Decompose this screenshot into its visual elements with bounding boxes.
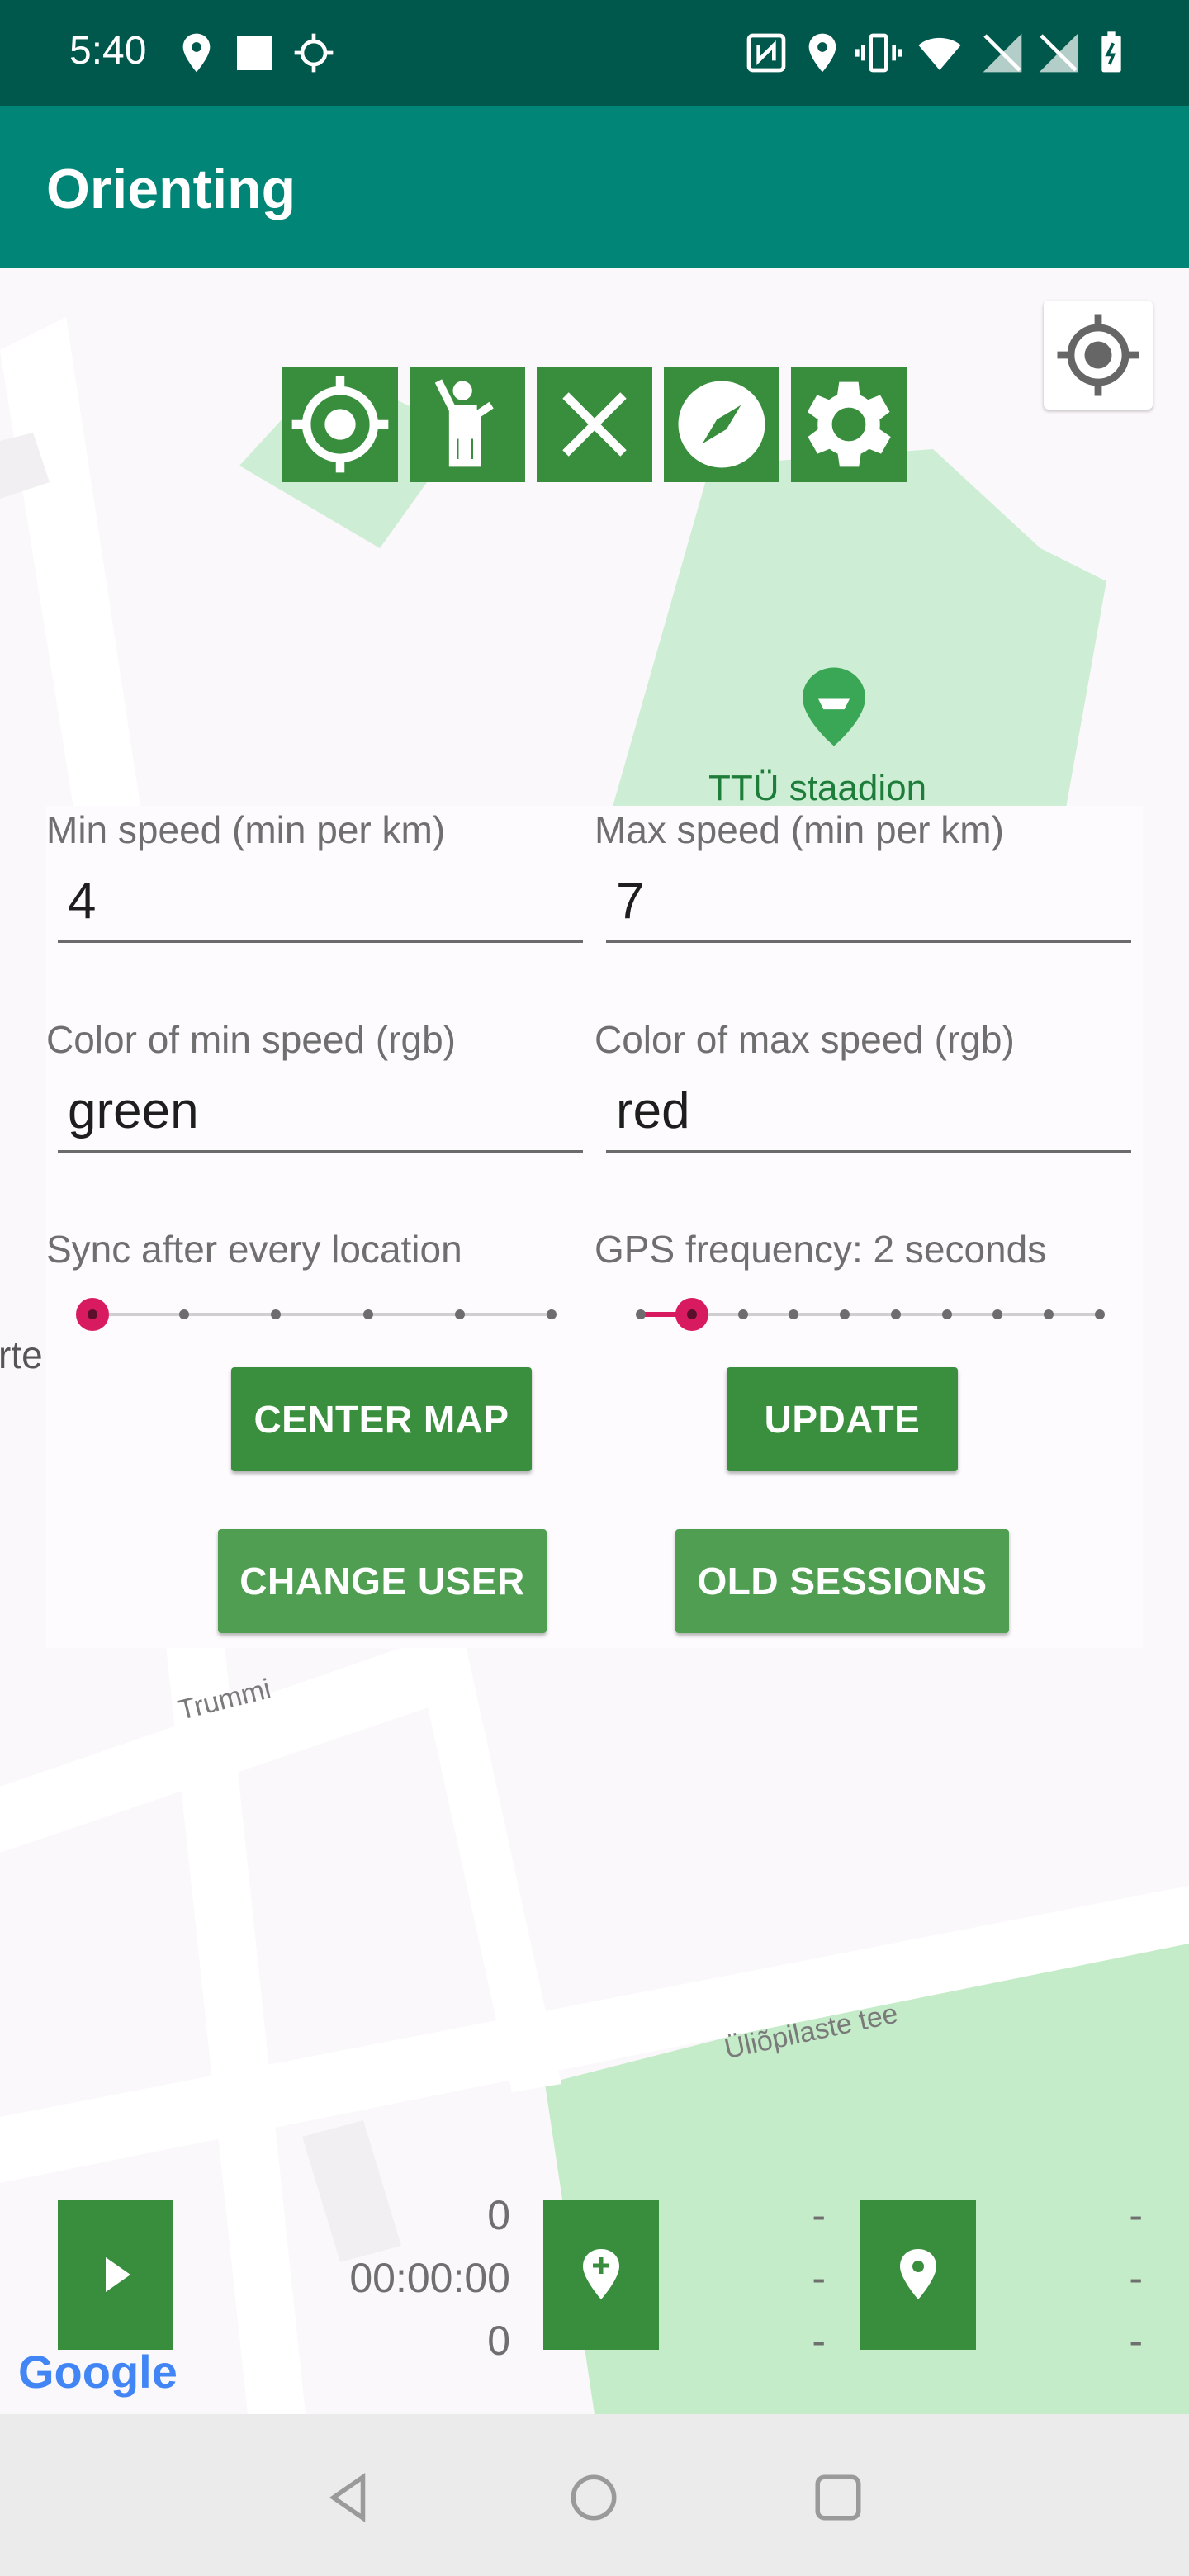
- max-speed-label: Max speed (min per km): [594, 808, 1004, 851]
- road: [0, 317, 140, 812]
- pace-value: 0: [487, 2318, 510, 2364]
- home-icon[interactable]: [566, 2470, 621, 2525]
- start-button[interactable]: [58, 2200, 173, 2350]
- slider-tick: [454, 1309, 465, 1319]
- slider-tick: [840, 1309, 850, 1319]
- street-label: rte: [0, 1333, 43, 1376]
- recents-icon[interactable]: [811, 2470, 865, 2525]
- vibrate-status-icon: [855, 33, 902, 73]
- app-bar: Orienting: [0, 106, 1189, 268]
- center-map-button[interactable]: CENTER MAP: [231, 1367, 532, 1471]
- slider-track: [641, 1313, 1100, 1316]
- add-waypoint-button[interactable]: [860, 2200, 976, 2350]
- my-location-icon: [1057, 314, 1139, 396]
- waypoint-pace: -: [1129, 2318, 1143, 2364]
- max-color-input[interactable]: red: [606, 1078, 1131, 1153]
- add-location-icon: [583, 2249, 619, 2299]
- stadium-pin-icon[interactable]: [803, 667, 865, 746]
- slider-thumb[interactable]: [76, 1298, 109, 1331]
- slider-tick: [992, 1309, 1003, 1319]
- close-icon: [562, 392, 627, 457]
- slider-tick: [547, 1309, 557, 1319]
- checkpoint-direct: -: [812, 2255, 826, 2301]
- gear-icon: [807, 381, 891, 467]
- person-button[interactable]: [410, 367, 525, 482]
- compass-button[interactable]: [664, 367, 779, 482]
- gps-frequency-slider[interactable]: [636, 1298, 1105, 1331]
- stadium-label: TTÜ staadion: [708, 768, 927, 808]
- location-pin-icon: [900, 2249, 936, 2299]
- min-color-label: Color of min speed (rgb): [46, 1018, 456, 1061]
- slider-tick: [1095, 1309, 1105, 1319]
- settings-panel: Min speed (min per km) 4 Max speed (min …: [46, 806, 1143, 1648]
- person-waving-icon: [434, 379, 494, 467]
- nfc-status-icon: [746, 33, 786, 73]
- min-speed-label: Min speed (min per km): [46, 808, 446, 851]
- gps-status-icon: [294, 33, 334, 73]
- stop-status-icon: [237, 36, 272, 70]
- back-icon[interactable]: [322, 2470, 377, 2525]
- target-button[interactable]: [282, 367, 398, 482]
- gps-label: GPS frequency: 2 seconds: [594, 1228, 1047, 1271]
- add-checkpoint-button[interactable]: [543, 2200, 659, 2350]
- signal-status-icon-2: [1039, 33, 1078, 73]
- battery-status-icon: [1101, 31, 1121, 73]
- navigation-bar: [0, 2414, 1189, 2576]
- distance-value: 0: [487, 2192, 510, 2238]
- checkpoint-pace: -: [812, 2318, 826, 2364]
- waypoint-distance: -: [1129, 2192, 1143, 2238]
- location-status-icon: [182, 33, 211, 73]
- slider-tick: [362, 1309, 373, 1319]
- sync-slider[interactable]: [76, 1298, 557, 1331]
- slider-tick: [179, 1309, 190, 1319]
- max-speed-input[interactable]: 7: [606, 869, 1131, 943]
- status-bar: 5:40: [0, 0, 1189, 106]
- slider-track: [92, 1313, 552, 1316]
- settings-button[interactable]: [791, 367, 907, 482]
- close-button[interactable]: [537, 367, 652, 482]
- min-speed-input[interactable]: 4: [58, 869, 583, 943]
- min-color-input[interactable]: green: [58, 1078, 583, 1153]
- sync-label: Sync after every location: [46, 1228, 462, 1271]
- my-location-button[interactable]: [1044, 301, 1153, 410]
- slider-tick: [1044, 1309, 1054, 1319]
- update-button[interactable]: UPDATE: [727, 1367, 958, 1471]
- old-sessions-button[interactable]: OLD SESSIONS: [675, 1529, 1009, 1633]
- status-time: 5:40: [69, 29, 147, 73]
- slider-tick: [941, 1309, 952, 1319]
- slider-tick: [890, 1309, 901, 1319]
- wifi-status-icon: [918, 37, 961, 70]
- signal-status-icon: [983, 33, 1022, 73]
- max-color-label: Color of max speed (rgb): [594, 1018, 1015, 1061]
- compass-icon: [678, 381, 765, 468]
- checkpoint-distance: -: [812, 2192, 826, 2238]
- play-icon: [106, 2257, 130, 2292]
- location-status-icon-2: [808, 33, 836, 73]
- target-icon: [291, 376, 389, 473]
- slider-tick: [737, 1309, 748, 1319]
- google-logo: Google: [18, 2346, 178, 2398]
- slider-tick: [789, 1309, 799, 1319]
- stadium-area: [611, 449, 1106, 812]
- change-user-button[interactable]: CHANGE USER: [218, 1529, 547, 1633]
- slider-tick: [636, 1309, 646, 1319]
- waypoint-direct: -: [1129, 2255, 1143, 2301]
- app-title: Orienting: [46, 158, 296, 220]
- slider-tick: [271, 1309, 282, 1319]
- duration-value: 00:00:00: [349, 2255, 510, 2301]
- slider-thumb[interactable]: [675, 1298, 708, 1331]
